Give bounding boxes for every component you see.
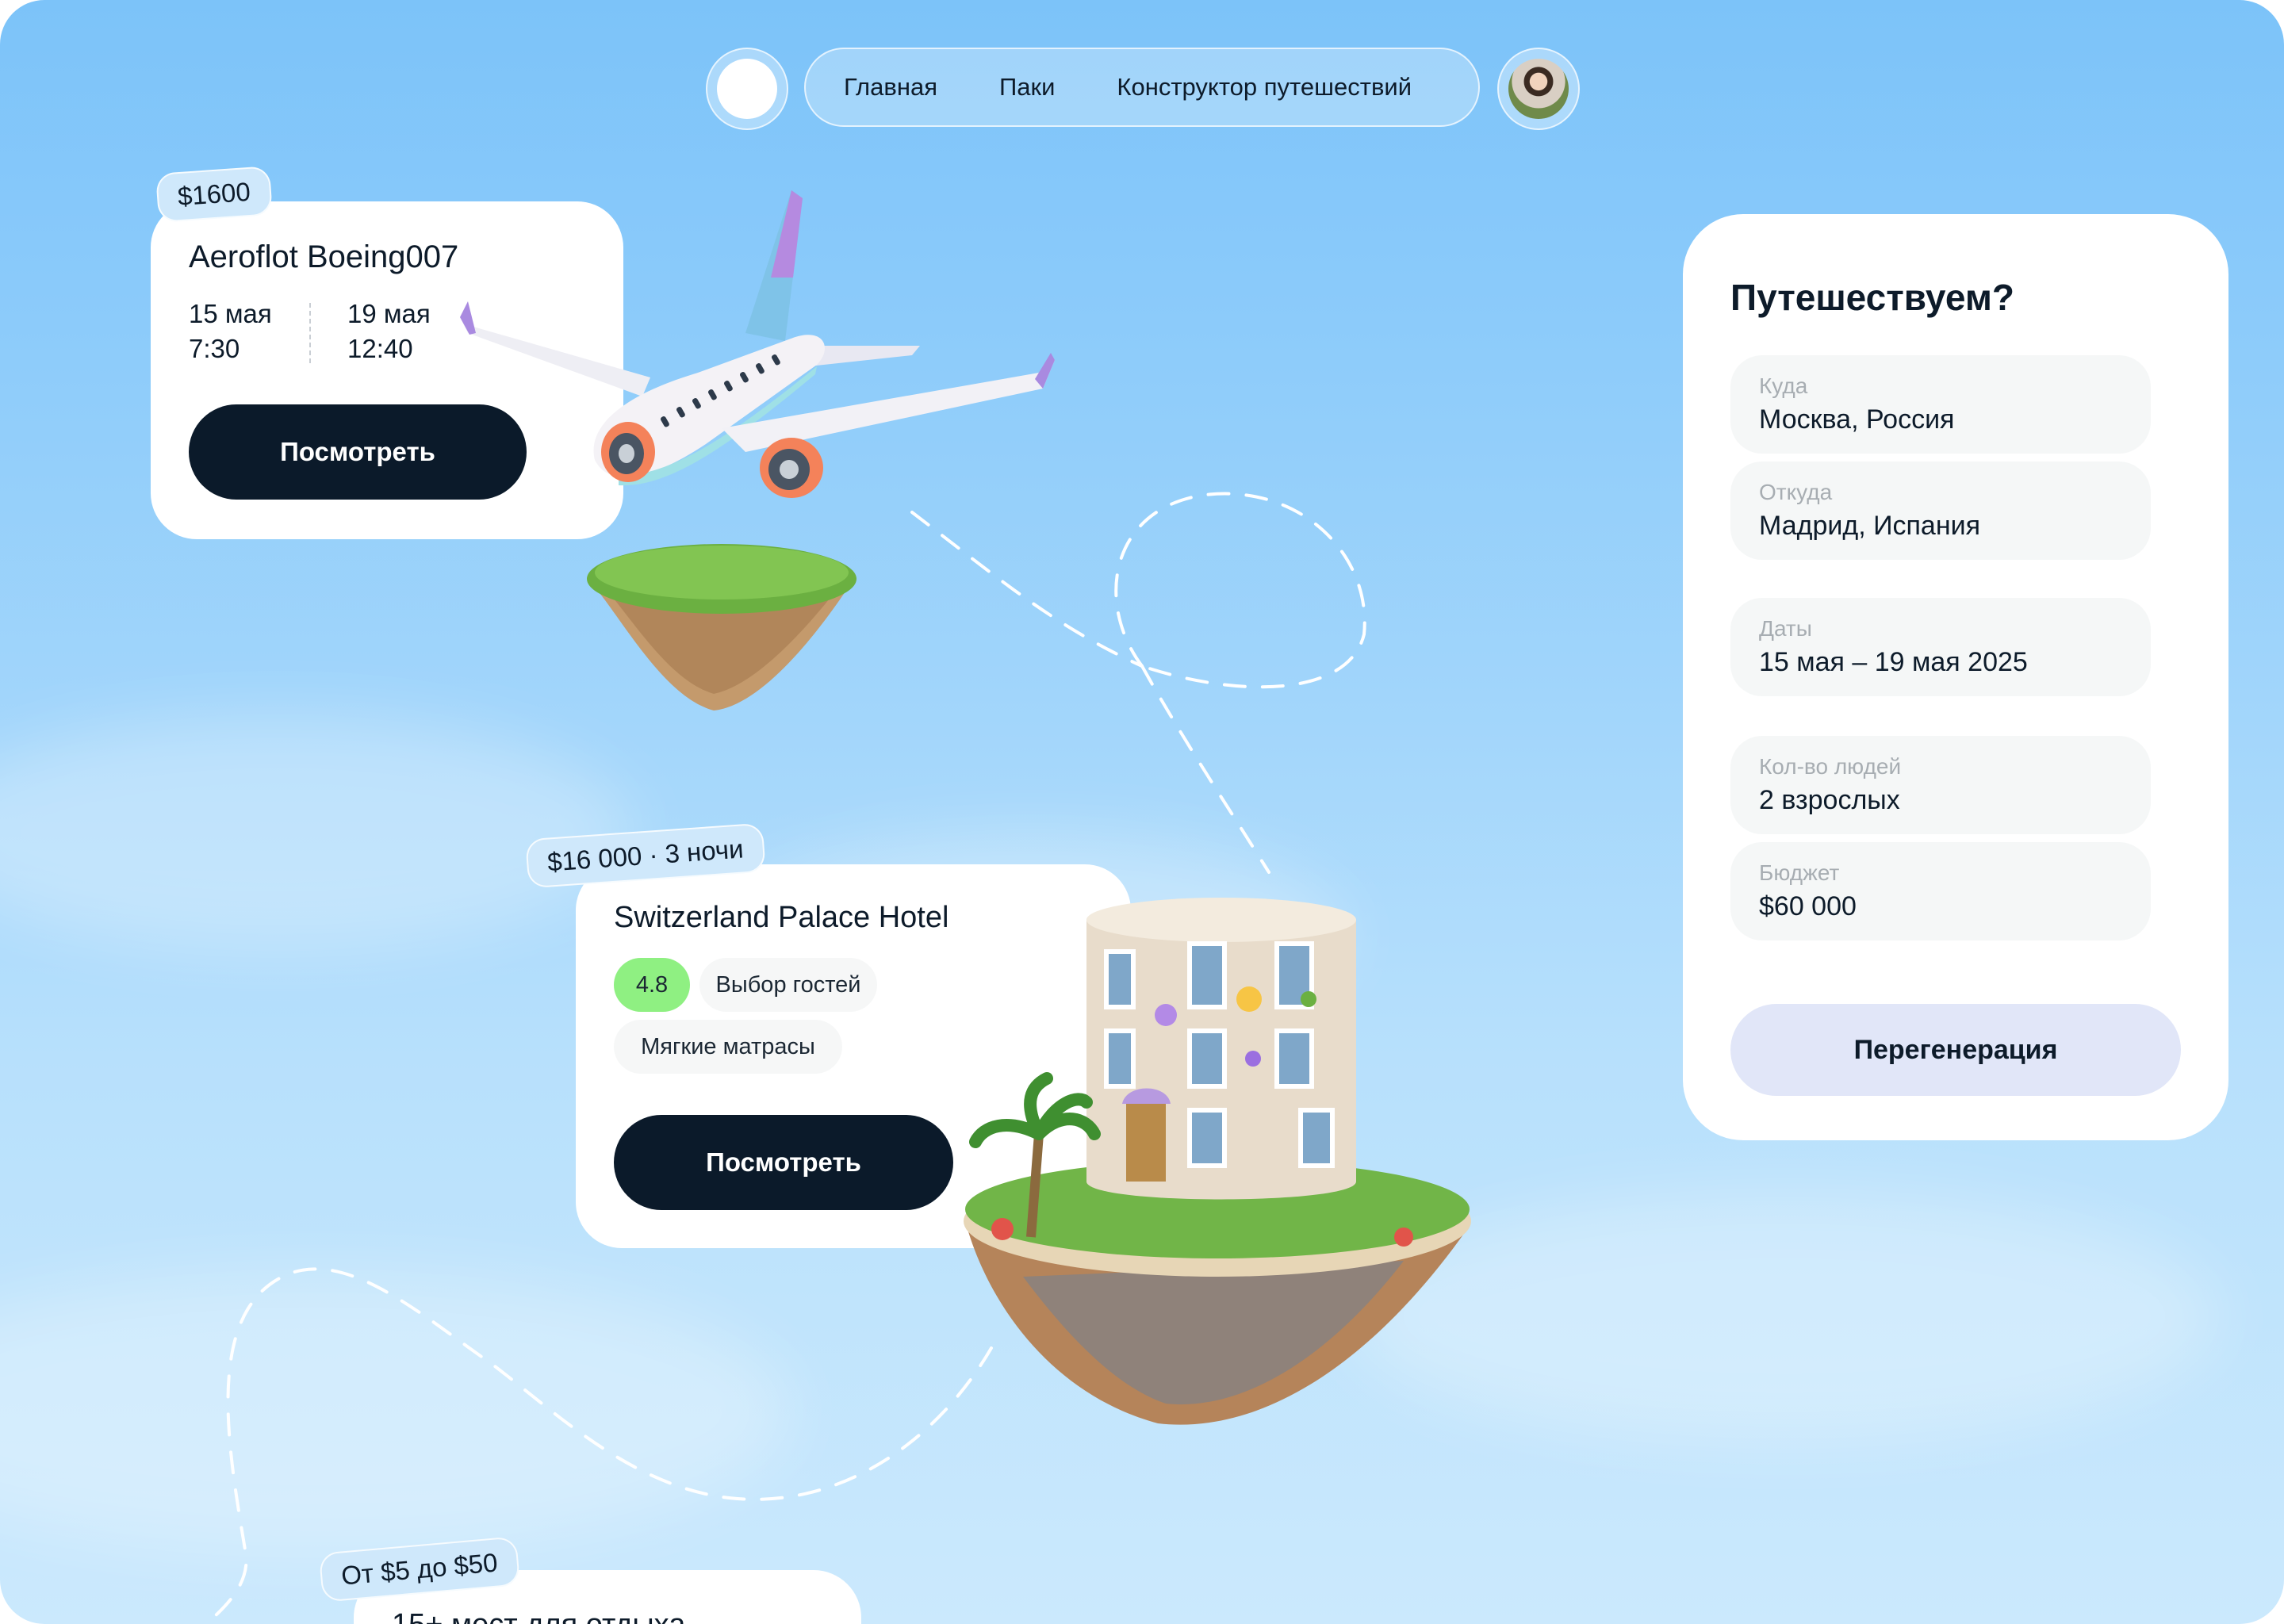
field-label: Кол-во людей bbox=[1759, 754, 1902, 779]
flight-title: Aeroflot Boeing007 bbox=[189, 239, 459, 274]
people-count-field[interactable]: Кол-во людей 2 взрослых bbox=[1730, 736, 2151, 834]
airplane-illustration bbox=[460, 190, 1055, 498]
field-label: Бюджет bbox=[1759, 860, 1840, 885]
regenerate-button[interactable]: Перегенерация bbox=[1730, 1004, 2181, 1096]
field-label: Откуда bbox=[1759, 480, 1833, 504]
logo-icon bbox=[717, 59, 777, 119]
nav-item-home[interactable]: Главная bbox=[844, 73, 937, 102]
field-value: Мадрид, Испания bbox=[1759, 511, 1981, 541]
trip-builder-panel: Путешествуем? Куда Москва, Россия Откуда… bbox=[1683, 214, 2228, 1140]
origin-field[interactable]: Откуда Мадрид, Испания bbox=[1730, 462, 2151, 560]
hotel-title: Switzerland Palace Hotel bbox=[614, 901, 949, 934]
flight-arrive: 19 мая 12:40 bbox=[347, 297, 431, 366]
destination-field[interactable]: Куда Москва, Россия bbox=[1730, 355, 2151, 454]
budget-field[interactable]: Бюджет $60 000 bbox=[1730, 842, 2151, 940]
rating-badge: 4.8 bbox=[614, 958, 690, 1012]
avatar bbox=[1508, 59, 1569, 119]
field-value: 2 взрослых bbox=[1759, 785, 1900, 815]
app-frame: Главная Паки Конструктор путешествий Aer… bbox=[0, 0, 2284, 1624]
floating-island-illustration bbox=[587, 544, 856, 710]
flight-price-badge: $1600 bbox=[155, 166, 273, 223]
field-label: Куда bbox=[1759, 373, 1808, 398]
places-card-title: 15+ мест для отдыха bbox=[392, 1608, 685, 1624]
hotel-island-illustration bbox=[964, 898, 1471, 1425]
field-value: 15 мая – 19 мая 2025 bbox=[1759, 647, 2028, 677]
field-value: Москва, Россия bbox=[1759, 404, 1955, 435]
flight-depart: 15 мая 7:30 bbox=[189, 297, 272, 366]
tag-chip: Выбор гостей bbox=[699, 958, 877, 1012]
hotel-view-button[interactable]: Посмотреть bbox=[614, 1115, 953, 1210]
panel-title: Путешествуем? bbox=[1730, 277, 2014, 318]
nav-item-trip-builder[interactable]: Конструктор путешествий bbox=[1117, 73, 1412, 102]
flight-depart-date: 15 мая bbox=[189, 299, 272, 328]
tag-chip: Мягкие матрасы bbox=[614, 1020, 842, 1074]
flight-depart-time: 7:30 bbox=[189, 334, 240, 363]
flight-divider bbox=[309, 303, 311, 363]
field-value: $60 000 bbox=[1759, 891, 1857, 921]
nav-item-packs[interactable]: Паки bbox=[999, 73, 1055, 102]
flight-arrive-time: 12:40 bbox=[347, 334, 413, 363]
flight-arrive-date: 19 мая bbox=[347, 299, 431, 328]
dates-field[interactable]: Даты 15 мая – 19 мая 2025 bbox=[1730, 598, 2151, 696]
user-avatar-button[interactable] bbox=[1497, 48, 1580, 130]
main-nav: Главная Паки Конструктор путешествий bbox=[804, 48, 1480, 127]
logo-button[interactable] bbox=[706, 48, 788, 130]
field-label: Даты bbox=[1759, 616, 1812, 641]
